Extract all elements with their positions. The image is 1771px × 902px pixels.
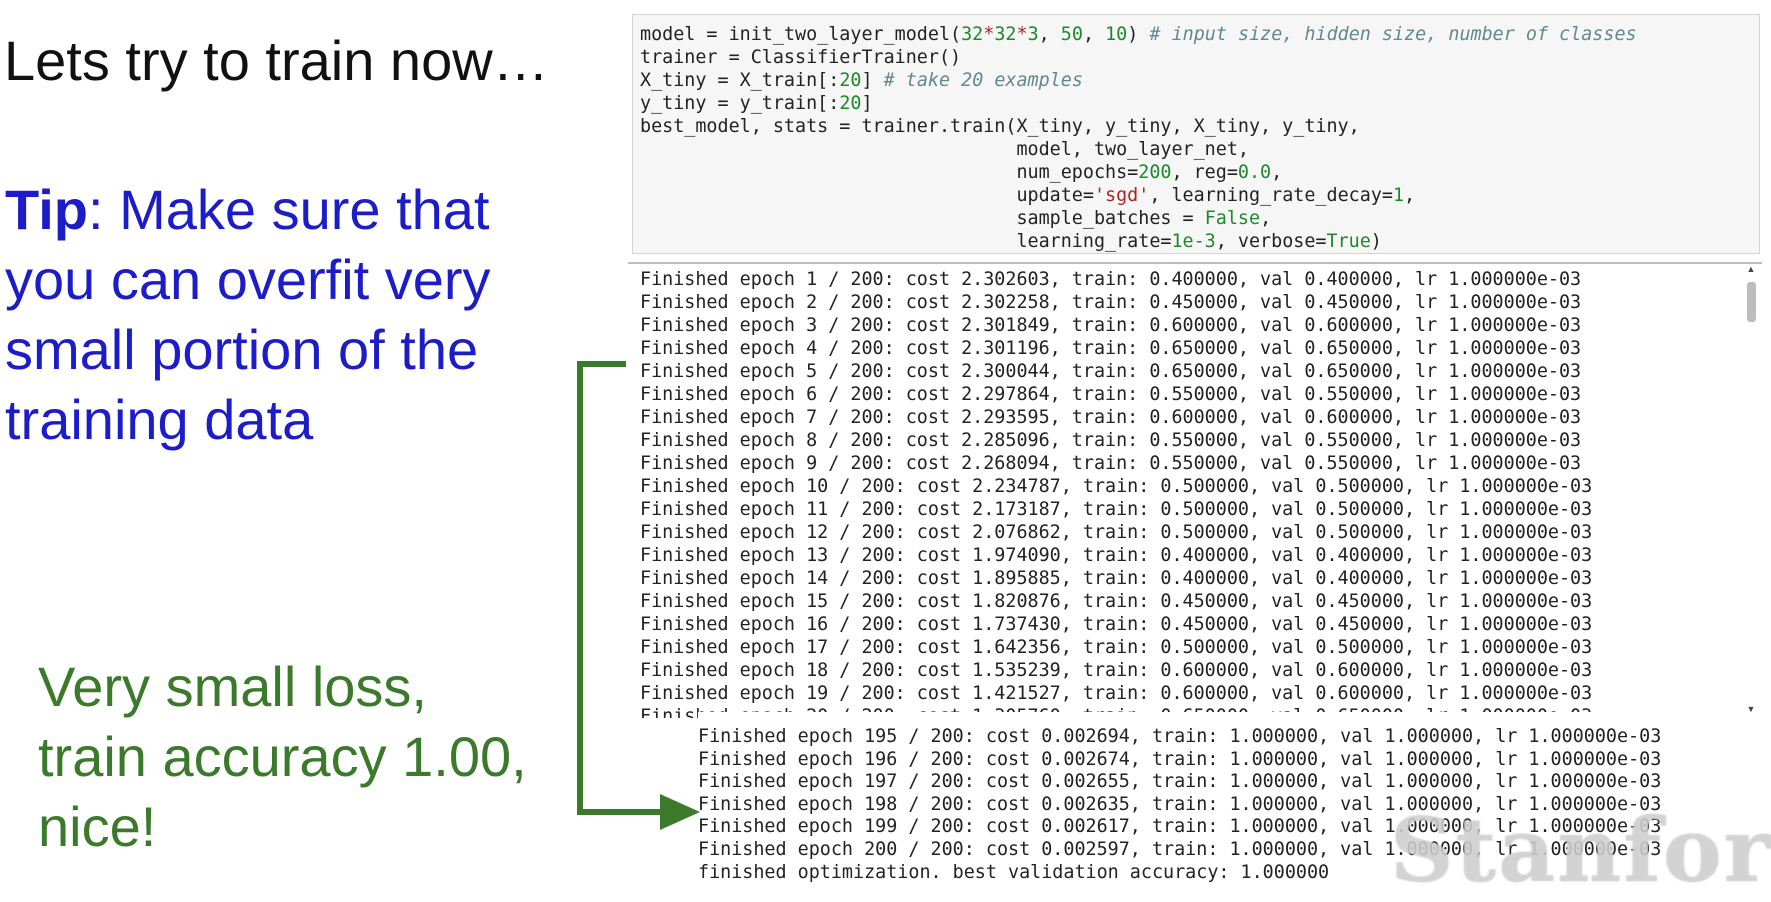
stanford-watermark: Stanford <box>1390 798 1771 902</box>
output-line: Finished epoch 4 / 200: cost 2.301196, t… <box>640 338 1582 359</box>
output-line: Finished epoch 16 / 200: cost 1.737430, … <box>640 614 1593 635</box>
code-line: sample_batches = False, <box>640 208 1272 229</box>
output-line: Finished epoch 11 / 200: cost 2.173187, … <box>640 499 1593 520</box>
code-line: y_tiny = y_train[:20] <box>640 93 873 114</box>
output-scrollbar[interactable]: ▲ ▼ <box>1743 264 1759 714</box>
output-line: Finished epoch 18 / 200: cost 1.535239, … <box>640 660 1593 681</box>
code-line: model, two_layer_net, <box>640 139 1249 160</box>
code-line: learning_rate=1e-3, verbose=True) <box>640 231 1382 252</box>
code-cell-input[interactable]: model = init_two_layer_model(32*32*3, 50… <box>632 14 1760 254</box>
scroll-thumb[interactable] <box>1747 282 1756 322</box>
output-line: Finished epoch 15 / 200: cost 1.820876, … <box>640 591 1593 612</box>
code-line: best_model, stats = trainer.train(X_tiny… <box>640 116 1360 137</box>
output-line: Finished epoch 197 / 200: cost 0.002655,… <box>698 771 1662 793</box>
code-line: trainer = ClassifierTrainer() <box>640 47 962 68</box>
scroll-down-icon[interactable]: ▼ <box>1745 704 1757 714</box>
output-line: Finished epoch 195 / 200: cost 0.002694,… <box>698 726 1662 747</box>
output-line: Finished epoch 1 / 200: cost 2.302603, t… <box>640 269 1582 290</box>
code-line: model = init_two_layer_model(32*32*3, 50… <box>640 24 1637 45</box>
output-line: Finished epoch 14 / 200: cost 1.895885, … <box>640 568 1593 589</box>
scroll-up-icon[interactable]: ▲ <box>1745 264 1757 274</box>
output-line: Finished epoch 7 / 200: cost 2.293595, t… <box>640 407 1582 428</box>
output-line: Finished epoch 5 / 200: cost 2.300044, t… <box>640 361 1582 382</box>
output-line: Finished epoch 19 / 200: cost 1.421527, … <box>640 683 1593 704</box>
arrow-head-icon <box>660 794 700 830</box>
training-output-panel[interactable]: Finished epoch 1 / 200: cost 2.302603, t… <box>628 262 1762 718</box>
output-line: Finished epoch 196 / 200: cost 0.002674,… <box>698 748 1662 770</box>
output-line: Finished epoch 17 / 200: cost 1.642356, … <box>640 637 1593 658</box>
output-line: Finished epoch 13 / 200: cost 1.974090, … <box>640 545 1593 566</box>
code-line: num_epochs=200, reg=0.0, <box>640 162 1283 183</box>
code-line: X_tiny = X_train[:20] # take 20 examples <box>640 70 1083 91</box>
output-line: Finished epoch 3 / 200: cost 2.301849, t… <box>640 315 1582 336</box>
output-line: Finished epoch 10 / 200: cost 2.234787, … <box>640 476 1593 497</box>
output-line: Finished epoch 8 / 200: cost 2.285096, t… <box>640 430 1582 451</box>
output-line: Finished epoch 12 / 200: cost 2.076862, … <box>640 522 1593 543</box>
output-line: Finished epoch 9 / 200: cost 2.268094, t… <box>640 453 1582 474</box>
code-line: update='sgd', learning_rate_decay=1, <box>640 185 1416 206</box>
output-line: Finished epoch 6 / 200: cost 2.297864, t… <box>640 384 1582 405</box>
output-line: Finished epoch 2 / 200: cost 2.302258, t… <box>640 292 1582 313</box>
